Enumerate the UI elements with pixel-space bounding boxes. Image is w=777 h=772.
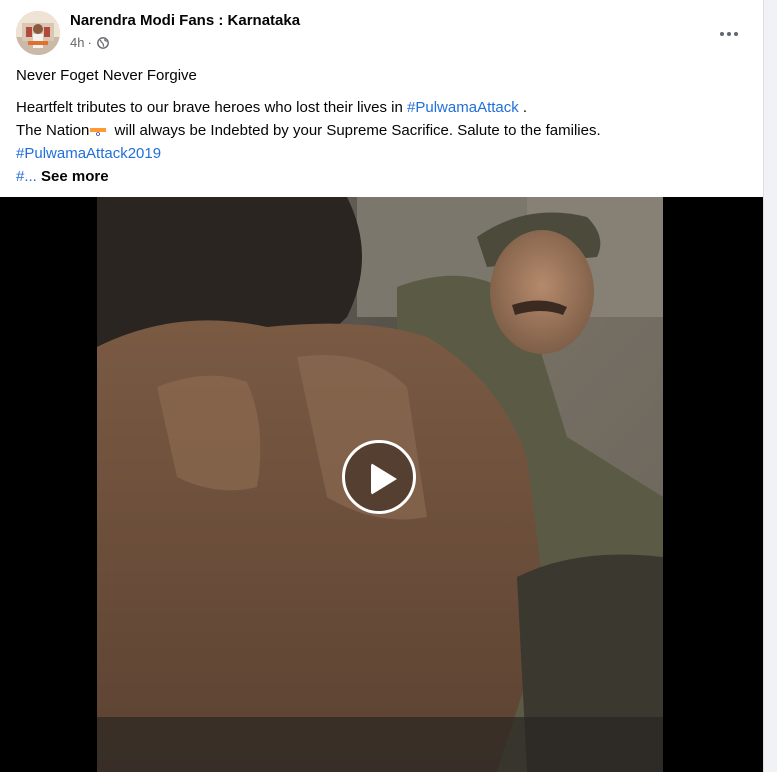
play-button[interactable] (342, 440, 416, 514)
hashtag-link-pulwamaattack2019[interactable]: #PulwamaAttack2019 (16, 145, 161, 162)
post-text-line-2-suffix: . (522, 99, 528, 116)
video-player[interactable] (0, 197, 763, 772)
post-text-line-3: The Nation will always be Indebted by yo… (16, 119, 749, 142)
post-text-line-2-prefix: Heartfelt tributes to our brave heroes w… (16, 99, 403, 116)
see-more-button[interactable]: See more (41, 168, 109, 185)
globe-icon (96, 36, 109, 49)
more-options-button[interactable] (711, 16, 747, 52)
more-horizontal-icon (720, 32, 738, 36)
post-text-line-3-prefix: The Nation (16, 122, 90, 139)
post-text-line-3-suffix: will always be Indebted by your Supreme … (114, 122, 601, 139)
post-timestamp[interactable]: 4h (70, 35, 84, 50)
meta-separator: · (87, 35, 92, 50)
post-header: Narendra Modi Fans : Karnataka 4h · (16, 10, 747, 56)
india-flag-icon (90, 124, 107, 136)
post-text-line-4: #PulwamaAttack2019 (16, 142, 749, 165)
post-text-line-2: Heartfelt tributes to our brave heroes w… (16, 96, 749, 119)
page-name-link[interactable]: Narendra Modi Fans : Karnataka (70, 12, 300, 29)
post-meta: 4h · (70, 35, 109, 50)
post-message: Never Foget Never Forgive Heartfelt trib… (16, 64, 749, 188)
hashtag-link-pulwamaattack[interactable]: #PulwamaAttack (407, 99, 519, 116)
post-text-line-1: Never Foget Never Forgive (16, 67, 197, 84)
post-text-line-5: #... See more (16, 165, 749, 188)
play-icon (371, 463, 397, 495)
post-card: Narendra Modi Fans : Karnataka 4h · Neve… (0, 0, 764, 772)
truncated-hashtag-link[interactable]: #... (16, 168, 37, 185)
page-avatar[interactable] (16, 11, 60, 55)
avatar-image (16, 11, 60, 55)
